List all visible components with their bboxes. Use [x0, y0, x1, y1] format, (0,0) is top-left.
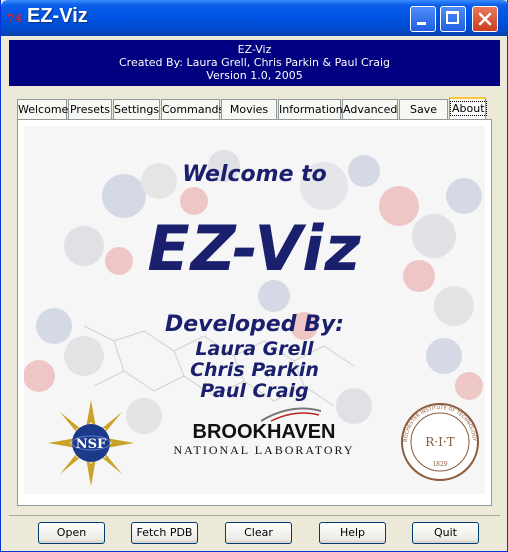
nsf-logo: NSF — [48, 400, 134, 486]
app-header: EZ-Viz Created By: Laura Grell, Chris Pa… — [9, 40, 500, 86]
rit-initials: R·I·T — [425, 435, 454, 449]
maximize-button[interactable] — [440, 6, 466, 32]
tab-commands[interactable]: Commands — [161, 99, 224, 119]
developer-name: Laura Grell — [195, 338, 314, 360]
header-app-name: EZ-Viz — [237, 43, 272, 56]
brookhaven-swoosh-icon — [261, 407, 321, 422]
help-button[interactable]: Help — [319, 522, 386, 544]
tab-settings[interactable]: Settings — [113, 99, 160, 119]
tab-presets[interactable]: Presets — [68, 99, 112, 119]
tab-information[interactable]: Information — [278, 99, 343, 119]
tab-about[interactable]: About — [449, 97, 487, 120]
tab-movies[interactable]: Movies — [221, 99, 277, 119]
developed-by-label: Developed By: — [164, 312, 345, 337]
fetch-pdb-button[interactable]: Fetch PDB — [131, 522, 198, 544]
close-button[interactable] — [472, 6, 498, 32]
quit-button[interactable]: Quit — [412, 522, 479, 544]
brookhaven-subtitle: NATIONAL LABORATORY — [173, 443, 355, 457]
rit-seal-logo: ROCHESTER INSTITUTE OF TECHNOLOGY R·I·T … — [401, 403, 479, 481]
title-bar[interactable]: 74 EZ-Viz — [1, 0, 508, 36]
tab-save[interactable]: Save — [399, 99, 448, 119]
nsf-logo-text: NSF — [76, 437, 107, 452]
tab-advanced[interactable]: Advanced — [342, 99, 398, 119]
app-icon: 74 — [7, 12, 23, 25]
header-version: Version 1.0, 2005 — [206, 69, 303, 82]
window-title: EZ-Viz — [27, 5, 88, 27]
clear-button[interactable]: Clear — [225, 522, 292, 544]
welcome-splash: Welcome to EZ-Viz Developed By: Laura Gr… — [24, 126, 485, 494]
tab-panel: Welcome to EZ-Viz Developed By: Laura Gr… — [17, 119, 492, 506]
header-credits: Created By: Laura Grell, Chris Parkin & … — [119, 56, 390, 69]
close-icon — [478, 12, 492, 26]
button-bar: Open Fetch PDB Clear Help Quit — [9, 515, 500, 550]
brookhaven-name: BROOKHAVEN — [192, 421, 336, 443]
welcome-heading: Welcome to — [182, 162, 327, 187]
open-button[interactable]: Open — [38, 522, 105, 544]
brookhaven-logo: BROOKHAVEN NATIONAL LABORATORY — [169, 407, 359, 458]
developer-name: Chris Parkin — [190, 359, 319, 381]
rit-year: 1829 — [432, 461, 447, 468]
app-window: 74 EZ-Viz EZ-Viz Created By: Laura Grell… — [0, 0, 508, 552]
minimize-button[interactable] — [410, 6, 436, 32]
app-logo-title: EZ-Viz — [147, 212, 362, 285]
tab-welcome[interactable]: Welcome — [17, 99, 68, 119]
